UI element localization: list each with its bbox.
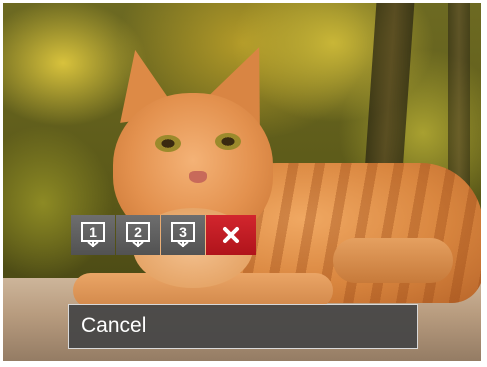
cat-hind-leg	[333, 238, 453, 283]
svg-text:2: 2	[134, 224, 142, 240]
svg-text:3: 3	[179, 224, 187, 240]
svg-text:1: 1	[89, 224, 97, 240]
print-layout-1-icon: 1	[81, 222, 105, 248]
option-hint-bar: Cancel	[68, 304, 418, 349]
print-layout-3-button[interactable]: 3	[161, 215, 205, 255]
print-layout-1-button[interactable]: 1	[71, 215, 115, 255]
close-icon	[223, 227, 239, 243]
cancel-button[interactable]	[206, 215, 256, 255]
print-layout-2-icon: 2	[126, 222, 150, 248]
cat-eye	[155, 135, 181, 152]
camera-preview-screen: 1 2 3 Cancel	[3, 3, 481, 361]
print-layout-3-icon: 3	[171, 222, 195, 248]
print-layout-2-button[interactable]: 2	[116, 215, 160, 255]
print-options-toolbar: 1 2 3	[71, 215, 256, 255]
cat-eye	[215, 133, 241, 150]
cat-nose	[189, 171, 207, 183]
option-hint-label: Cancel	[81, 314, 147, 337]
